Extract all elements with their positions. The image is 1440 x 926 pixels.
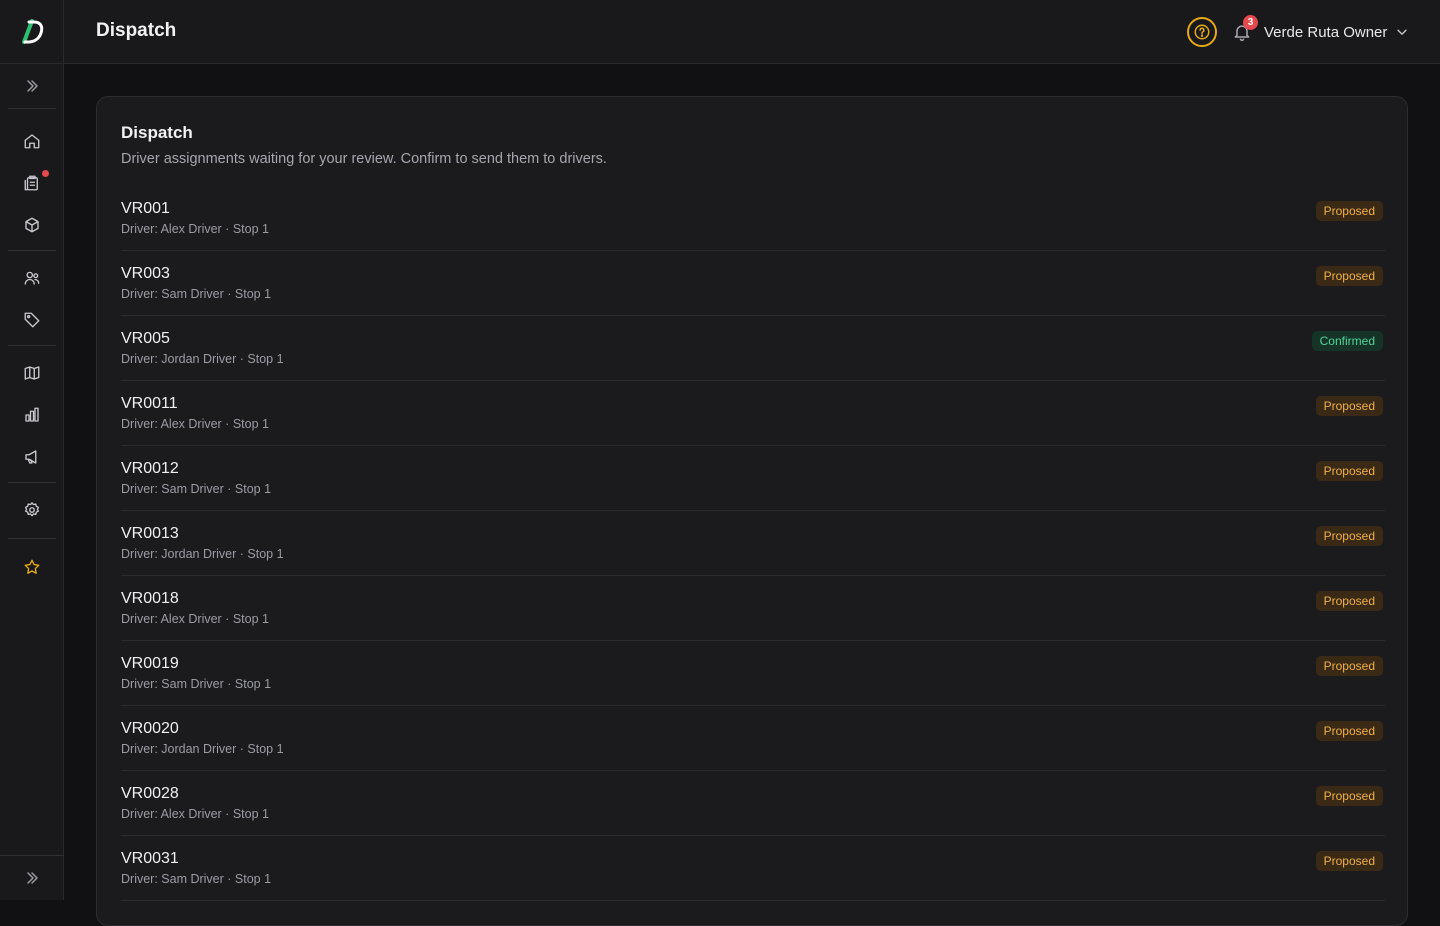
assignment-list: VR001 Driver: Alex Driver · Stop 1 Propo… [121,186,1385,901]
home-icon [24,134,40,149]
sidebar-item-favorites[interactable] [12,549,52,585]
assignment-meta: Driver: Jordan Driver · Stop 1 [121,547,284,561]
dispatch-card: Dispatch Driver assignments waiting for … [96,96,1408,926]
assignment-meta: Driver: Sam Driver · Stop 1 [121,482,272,496]
card-title: Dispatch [121,123,193,142]
assignment-id: VR0028 [121,785,179,802]
chevrons-right-icon [27,80,38,92]
assignment-row[interactable]: VR005 Driver: Jordan Driver · Stop 1 Con… [121,316,1385,381]
help-button[interactable] [1187,17,1217,47]
megaphone-icon [25,450,37,464]
assignment-meta: Driver: Sam Driver · Stop 1 [121,287,272,301]
card-subtitle: Driver assignments waiting for your revi… [121,151,607,167]
chevrons-right-icon [27,872,38,884]
status-badge: Proposed [1315,396,1383,416]
sidebar-item-pricing[interactable] [12,302,52,338]
sidebar-expand-bottom-button[interactable] [0,856,64,900]
page-title: Dispatch [96,20,177,41]
assignment-row[interactable]: VR0031 Driver: Sam Driver · Stop 1 Propo… [121,836,1385,901]
help-circle-icon [1194,24,1210,40]
status-badge: Proposed [1315,851,1383,871]
sidebar-divider [8,538,56,539]
bar-chart-icon [25,407,39,422]
sidebar-expand-button[interactable] [0,64,64,108]
status-badge: Proposed [1315,461,1383,481]
assignment-meta: Driver: Jordan Driver · Stop 1 [121,352,284,366]
assignment-row[interactable]: VR0019 Driver: Sam Driver · Stop 1 Propo… [121,641,1385,706]
assignment-id: VR005 [121,330,170,347]
status-badge: Proposed [1315,526,1383,546]
sidebar-item-home[interactable] [12,123,52,159]
status-badge: Confirmed [1311,331,1383,351]
logo-icon [22,18,44,44]
assignment-row[interactable]: VR0012 Driver: Sam Driver · Stop 1 Propo… [121,446,1385,511]
status-badge: Proposed [1315,786,1383,806]
notifications-button[interactable]: 3 [1228,15,1258,46]
assignment-meta: Driver: Sam Driver · Stop 1 [121,677,272,691]
assignment-id: VR0031 [121,850,179,867]
assignment-id: VR0012 [121,460,179,477]
top-bar: Dispatch 3 Verde Ruta Owner [64,0,1440,64]
sidebar [0,0,64,900]
map-icon [24,366,40,380]
assignment-id: VR003 [121,265,170,282]
assignment-row[interactable]: VR0020 Driver: Jordan Driver · Stop 1 Pr… [121,706,1385,771]
sidebar-item-products[interactable] [12,207,52,243]
sidebar-item-customers[interactable] [12,260,52,296]
assignment-meta: Driver: Jordan Driver · Stop 1 [121,742,284,756]
status-badge: Proposed [1315,721,1383,741]
assignment-id: VR0013 [121,525,179,542]
assignment-id: VR0018 [121,590,179,607]
status-badge: Proposed [1315,656,1383,676]
status-badge: Proposed [1315,266,1383,286]
sidebar-divider [8,482,56,483]
sidebar-item-routes[interactable] [12,355,52,391]
assignment-meta: Driver: Alex Driver · Stop 1 [121,417,269,431]
assignment-meta: Driver: Alex Driver · Stop 1 [121,222,269,236]
assignment-row[interactable]: VR0018 Driver: Alex Driver · Stop 1 Prop… [121,576,1385,641]
assignment-row[interactable]: VR003 Driver: Sam Driver · Stop 1 Propos… [121,251,1385,316]
tag-icon [24,312,40,328]
sidebar-divider [8,250,56,251]
status-badge: Proposed [1315,201,1383,221]
sidebar-item-marketing[interactable] [12,439,52,475]
assignment-id: VR0019 [121,655,179,672]
notifications-count-badge: 3 [1243,15,1258,30]
assignment-row[interactable]: VR0013 Driver: Jordan Driver · Stop 1 Pr… [121,511,1385,576]
box-icon [25,217,39,233]
sidebar-divider [8,345,56,346]
assignment-meta: Driver: Alex Driver · Stop 1 [121,807,269,821]
assignment-id: VR001 [121,200,170,217]
app-logo[interactable] [0,0,64,64]
assignment-row[interactable]: VR0011 Driver: Alex Driver · Stop 1 Prop… [121,381,1385,446]
assignment-id: VR0020 [121,720,179,737]
assignment-meta: Driver: Sam Driver · Stop 1 [121,872,272,886]
assignment-row[interactable]: VR0028 Driver: Alex Driver · Stop 1 Prop… [121,771,1385,836]
orders-alert-dot [42,170,49,177]
users-icon [24,271,40,285]
clipboard-icon [24,175,38,191]
gear-icon [24,502,40,517]
user-name: Verde Ruta Owner [1264,23,1388,41]
status-badge: Proposed [1315,591,1383,611]
assignment-id: VR0011 [121,395,178,412]
sidebar-item-orders[interactable] [12,165,52,201]
star-icon [24,559,40,574]
sidebar-item-reports[interactable] [12,397,52,433]
chevron-down-icon [1397,29,1408,35]
assignment-row[interactable]: VR001 Driver: Alex Driver · Stop 1 Propo… [121,186,1385,251]
sidebar-divider [8,108,56,109]
user-menu[interactable]: Verde Ruta Owner [1264,20,1409,44]
sidebar-item-settings[interactable] [12,492,52,528]
assignment-meta: Driver: Alex Driver · Stop 1 [121,612,269,626]
